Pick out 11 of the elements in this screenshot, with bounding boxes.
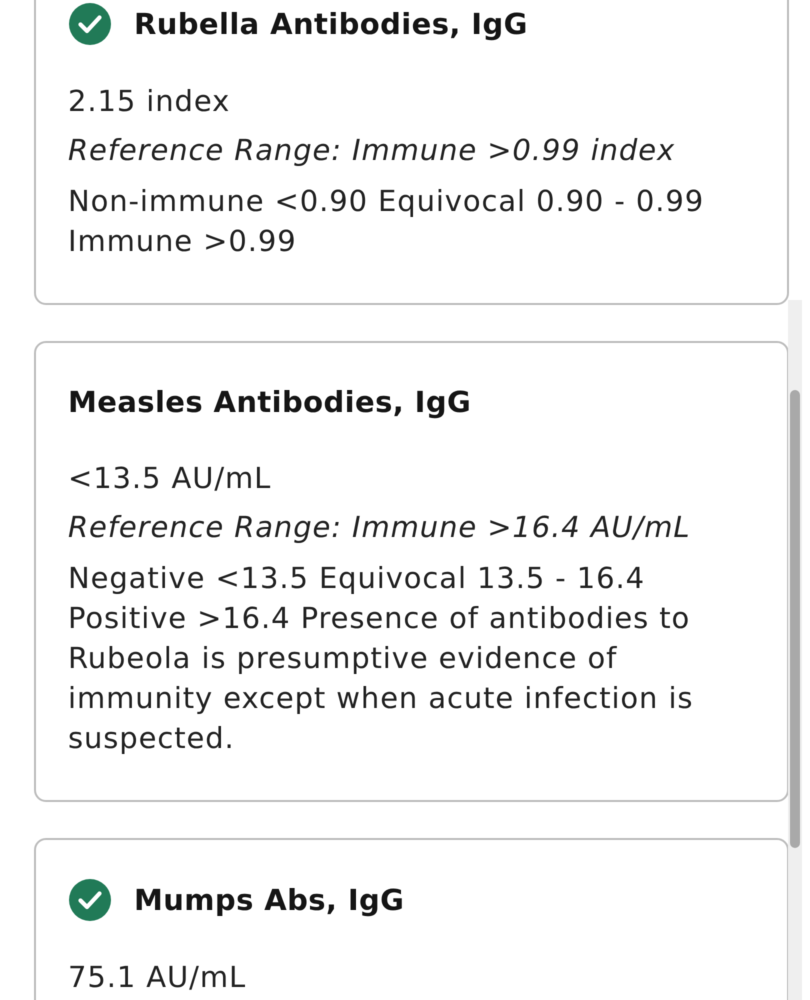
result-note: Non-immune <0.90 Equivocal 0.90 - 0.99 Immune >0.99 (68, 183, 706, 260)
reference-range: Reference Range: Immune >16.4 AU/mL (68, 509, 692, 546)
result-value: 2.15 index (68, 83, 232, 120)
result-note: Negative <13.5 Equivocal 13.5 - 16.4 Positive >16.4 Presence of antibodies to Rubeola is presumptive evidence of immunity except when acute infection is suspected. (68, 560, 694, 757)
scrollbar-thumb[interactable] (790, 390, 800, 848)
result-value: 75.1 AU/mL (68, 959, 248, 996)
test-name: Measles Antibodies, IgG (68, 384, 472, 421)
result-value: <13.5 AU/mL (68, 460, 272, 497)
reference-range: Reference Range: Immune >0.99 index (68, 132, 676, 169)
test-name: Rubella Antibodies, IgG (134, 6, 528, 43)
test-name: Mumps Abs, IgG (134, 882, 404, 919)
